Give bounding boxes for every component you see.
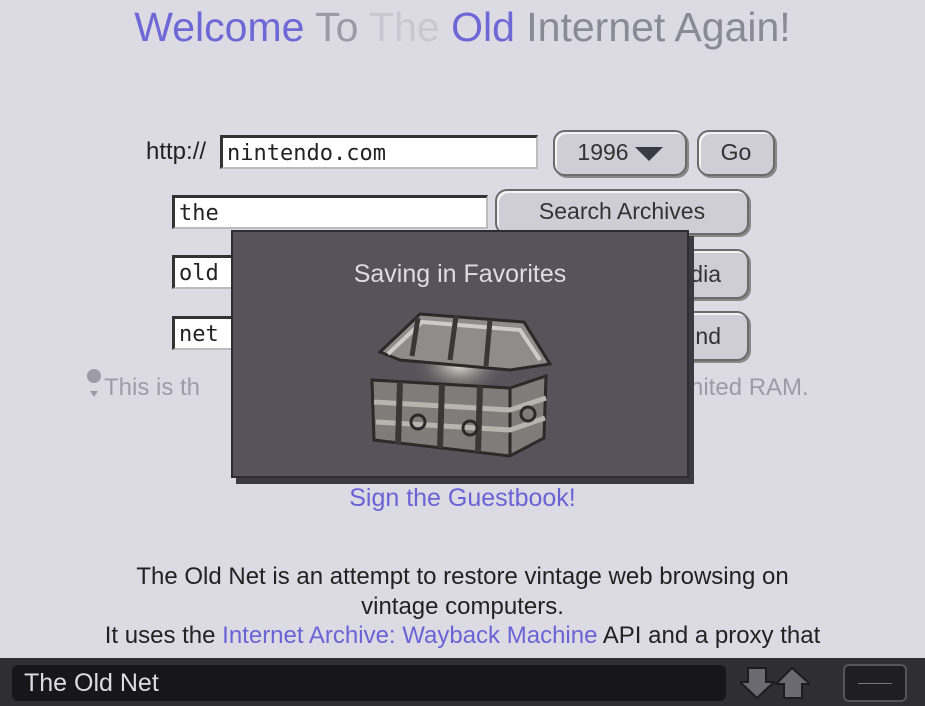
down-arrow-icon[interactable] [740,667,777,700]
notice-text-right: nited RAM. [690,374,809,401]
go-button[interactable]: Go [697,130,775,176]
search-input[interactable]: the [172,195,488,229]
title-part: Welcome [134,4,305,50]
title-part: The [369,4,440,50]
title-part: Old [439,4,527,50]
up-arrow-icon[interactable] [773,666,810,699]
description-line-3: It uses the Internet Archive: Wayback Ma… [0,622,925,650]
notice-text-left: This is th [104,374,201,401]
wayback-machine-link[interactable]: Internet Archive: Wayback Machine [222,622,597,649]
treasure-chest-icon [370,312,553,458]
year-value: 1996 [577,139,629,165]
dialog-title: Saving in Favorites [353,260,567,288]
menu-icon [858,683,892,684]
description-line-2: vintage computers. [361,593,564,620]
http-label: http:// [146,138,207,165]
description-line-1: The Old Net is an attempt to restore vin… [136,563,789,590]
description-text: It uses the [104,622,223,649]
title-part: Internet Again! [526,4,791,50]
description-text: API and a proxy that [597,622,821,649]
info-icon [87,369,101,397]
url-input[interactable]: nintendo.com [220,135,538,169]
chevron-down-icon [634,146,663,161]
year-select[interactable]: 1996 [553,130,687,176]
page-title-field[interactable]: The Old Net [12,665,726,701]
guestbook-link[interactable]: Sign the Guestbook! [0,484,925,513]
page-title: Welcome To The Old Internet Again! [0,4,925,51]
saving-favorites-dialog: Saving in Favorites [231,230,689,478]
navigation-arrows [740,666,810,700]
menu-button[interactable] [843,664,907,702]
search-archives-button[interactable]: Search Archives [495,189,749,235]
title-part: To [304,4,370,50]
